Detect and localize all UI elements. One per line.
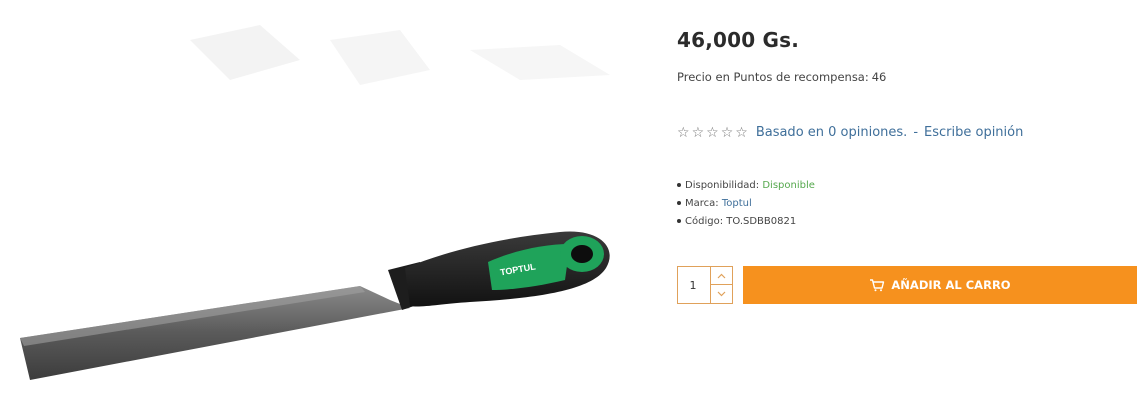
price: 46,000 Gs.	[677, 28, 800, 52]
reward-points: Precio en Puntos de recompensa: 46	[677, 70, 886, 84]
reward-value: 46	[871, 70, 887, 84]
code-label: Código:	[685, 216, 724, 227]
write-review-link[interactable]: Escribe opinión	[924, 125, 1023, 140]
quantity-stepper	[677, 266, 733, 304]
brand-row: Marca: Toptul	[677, 195, 815, 213]
brand-label: Marca:	[685, 198, 719, 209]
decrement-button[interactable]	[711, 285, 732, 303]
stepper-controls	[710, 267, 732, 303]
bullet-icon	[677, 201, 681, 205]
product-info: 46,000 Gs. Precio en Puntos de recompens…	[677, 0, 1137, 389]
quantity-input[interactable]	[678, 267, 708, 303]
star-icon: ☆	[720, 124, 734, 141]
star-icon: ☆	[706, 124, 719, 141]
availability-value: Disponible	[762, 180, 815, 191]
code-value: TO.SDBB0821	[726, 216, 797, 227]
product-meta: Disponibilidad: Disponible Marca: Toptul…	[677, 177, 815, 231]
star-icon: ☆	[691, 124, 705, 141]
availability-row: Disponibilidad: Disponible	[677, 177, 815, 195]
chevron-up-icon	[717, 273, 726, 278]
add-to-cart-button[interactable]: AÑADIR AL CARRO	[743, 266, 1137, 304]
rating-stars: ☆ ☆ ☆ ☆ ☆	[677, 126, 748, 140]
cart-icon	[869, 278, 885, 292]
file-tool-picture: TOPTUL	[20, 25, 610, 380]
brand-link[interactable]: Toptul	[722, 198, 752, 209]
code-row: Código: TO.SDBB0821	[677, 213, 815, 231]
star-icon: ☆	[735, 124, 748, 141]
availability-label: Disponibilidad:	[685, 180, 760, 191]
chevron-down-icon	[717, 291, 726, 297]
reviews-count-link[interactable]: Basado en 0 opiniones.	[756, 125, 908, 140]
rating: ☆ ☆ ☆ ☆ ☆ Basado en 0 opiniones. - Escri…	[677, 125, 1023, 140]
reward-label: Precio en Puntos de recompensa:	[677, 70, 869, 84]
bullet-icon	[677, 219, 681, 223]
add-to-cart-label: AÑADIR AL CARRO	[891, 278, 1011, 292]
increment-button[interactable]	[711, 267, 732, 285]
bullet-icon	[677, 183, 681, 187]
rating-separator: -	[913, 125, 919, 140]
star-icon: ☆	[677, 124, 690, 141]
product-image: TOPTUL	[0, 0, 640, 389]
